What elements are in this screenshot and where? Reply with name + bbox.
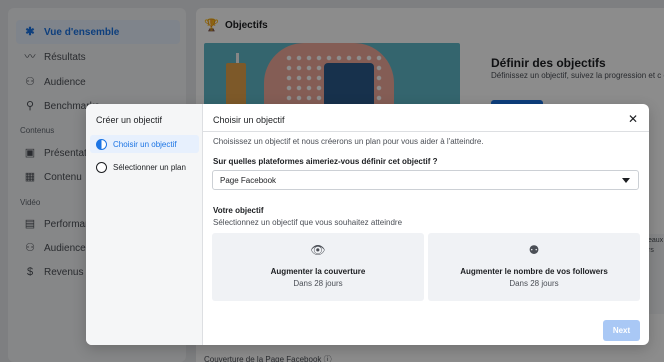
step-label: Sélectionner un plan xyxy=(113,162,186,172)
option-label: Augmenter la couverture xyxy=(270,267,366,276)
close-icon[interactable]: ✕ xyxy=(626,112,640,126)
followers-icon: ⚉ xyxy=(528,243,540,257)
step-label: Choisir un objectif xyxy=(113,139,177,149)
dialog-steps-title: Créer un objectif xyxy=(96,115,163,125)
option-duration: Dans 28 jours xyxy=(293,279,343,288)
step-radio-icon xyxy=(96,161,107,173)
next-button[interactable]: Next xyxy=(603,320,640,341)
dropdown-caret-icon xyxy=(622,178,630,183)
option-label: Augmenter le nombre de vos followers xyxy=(460,267,608,276)
create-objective-dialog: Créer un objectif Choisir un objectif Sé… xyxy=(86,104,649,345)
goal-section-subtitle: Sélectionnez un objectif que vous souhai… xyxy=(213,218,403,227)
platform-question: Sur quelles plateformes aimeriez-vous dé… xyxy=(213,157,438,166)
step-choose-objective[interactable]: Choisir un objectif xyxy=(90,135,199,153)
option-increase-reach[interactable]: 👁 Augmenter la couverture Dans 28 jours xyxy=(212,233,424,301)
eye-icon: 👁 xyxy=(310,243,326,257)
option-duration: Dans 28 jours xyxy=(509,279,559,288)
step-progress-icon xyxy=(96,138,107,150)
dialog-steps-panel: Créer un objectif Choisir un objectif Sé… xyxy=(86,104,203,345)
dialog-body: Choisir un objectif ✕ Choisissez un obje… xyxy=(203,104,649,345)
dialog-intro: Choisissez un objectif et nous créerons … xyxy=(213,137,484,146)
dialog-title: Choisir un objectif xyxy=(213,115,285,125)
goal-section-title: Votre objectif xyxy=(213,206,264,215)
platform-select[interactable]: Page Facebook xyxy=(212,170,639,190)
option-increase-followers[interactable]: ⚉ Augmenter le nombre de vos followers D… xyxy=(428,233,640,301)
divider xyxy=(203,131,649,132)
platform-select-value: Page Facebook xyxy=(220,175,277,185)
step-select-plan[interactable]: Sélectionner un plan xyxy=(90,158,199,176)
